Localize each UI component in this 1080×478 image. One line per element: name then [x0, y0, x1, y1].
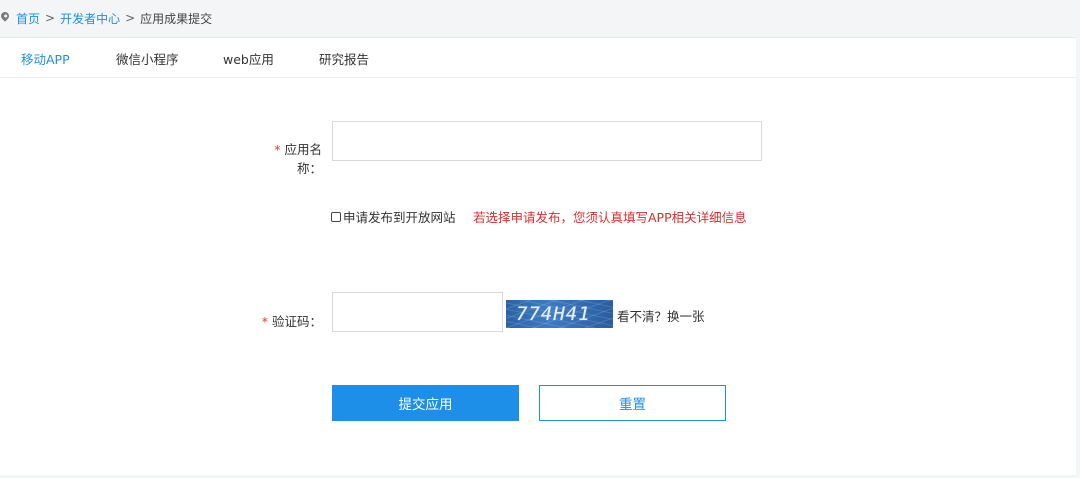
captcha-image[interactable]: 774H41: [506, 300, 613, 328]
tab-wechat-mini-program[interactable]: 微信小程序: [116, 49, 179, 68]
captcha-label-text: 验证码：: [271, 314, 322, 329]
location-pin-icon: [0, 10, 11, 22]
breadcrumb-developer-center-link[interactable]: 开发者中心: [60, 10, 120, 27]
app-name-label-text: 应用名称：: [284, 142, 322, 176]
captcha-refresh-link[interactable]: 看不清？换一张: [617, 306, 705, 325]
breadcrumb-separator: >: [45, 11, 56, 25]
publish-checkbox[interactable]: [331, 211, 341, 222]
captcha-image-text: 774H41: [516, 303, 591, 325]
publish-checkbox-label[interactable]: 申请发布到开放网站: [343, 207, 456, 226]
submit-app-button[interactable]: 提交应用: [332, 385, 519, 421]
publish-option[interactable]: 申请发布到开放网站: [331, 207, 456, 226]
reset-button[interactable]: 重置: [539, 385, 726, 421]
form-card: 移动APP 微信小程序 web应用 研究报告 * 应用名称： 申请发布到开放网站 …: [0, 37, 1076, 475]
tab-bar: 移动APP 微信小程序 web应用 研究报告: [0, 38, 1076, 78]
publish-warning-text: 若选择申请发布，您须认真填写APP相关详细信息: [473, 210, 747, 225]
breadcrumb-separator: >: [125, 11, 136, 25]
required-mark: *: [274, 142, 281, 157]
breadcrumb: 首页 > 开发者中心 > 应用成果提交: [0, 0, 1080, 36]
tab-research-report[interactable]: 研究报告: [319, 49, 369, 68]
tab-mobile-app[interactable]: 移动APP: [21, 49, 70, 68]
captcha-label: * 验证码：: [250, 311, 322, 330]
app-name-input[interactable]: [332, 121, 762, 161]
app-name-label: * 应用名称：: [250, 139, 322, 177]
tab-web-app[interactable]: web应用: [223, 49, 274, 68]
breadcrumb-home-link[interactable]: 首页: [16, 10, 40, 27]
breadcrumb-current: 应用成果提交: [140, 11, 213, 26]
captcha-input[interactable]: [332, 292, 503, 332]
required-mark: *: [261, 314, 268, 329]
